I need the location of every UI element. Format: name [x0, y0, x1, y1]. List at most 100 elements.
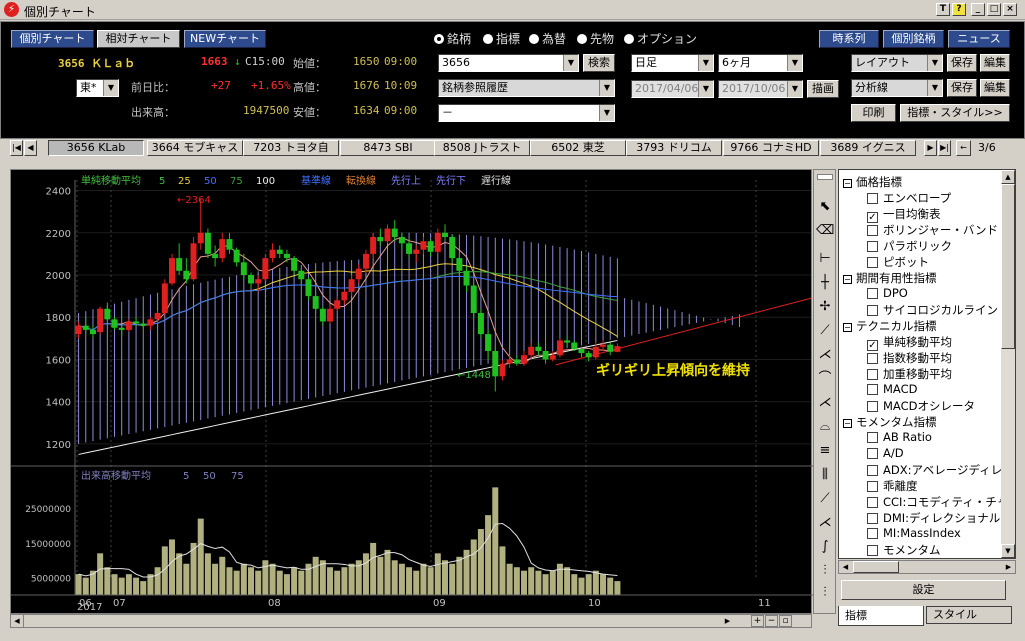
indicator-item[interactable]: エンベロープ [867, 190, 951, 206]
radio-option[interactable]: オプション [624, 30, 697, 47]
indicator-item[interactable]: MACD [867, 382, 917, 396]
checkbox-icon[interactable] [867, 225, 878, 236]
checkbox-icon[interactable] [867, 288, 878, 299]
cursor-icon[interactable]: ⬉ [816, 198, 834, 216]
indicator-item[interactable]: ✓ 単純移動平均 [867, 334, 952, 351]
individual-stock-button[interactable]: 個別銘柄 [883, 30, 944, 48]
radio-futures[interactable]: 先物 [577, 30, 614, 47]
first-tab-icon[interactable]: |◀ [10, 140, 23, 156]
scroll-down-icon[interactable]: ▼ [1001, 544, 1015, 558]
layout-edit-button[interactable]: 編集 [980, 54, 1010, 72]
scroll-right-icon[interactable]: ▶ [1002, 561, 1015, 573]
collapse-icon[interactable]: − [843, 323, 852, 332]
fib-icon[interactable]: ⫶ [816, 562, 834, 580]
speed-line-icon[interactable]: ⋌ [816, 514, 834, 532]
indicator-item[interactable]: 指数移動平均 [867, 350, 952, 366]
print-button[interactable]: 印刷 [851, 104, 896, 122]
zoom-in-icon[interactable]: + [751, 615, 764, 627]
date-to-input[interactable]: 2017/10/06 ▼ [718, 80, 803, 98]
checkbox-icon[interactable] [867, 497, 878, 508]
period-icon[interactable]: ⫶ [816, 584, 834, 602]
scroll-up-icon[interactable]: ▲ [1001, 170, 1015, 184]
curve-icon[interactable]: ∫ [816, 538, 834, 556]
stock-tab[interactable]: 7203 トヨタ自 [243, 140, 339, 156]
layout-select[interactable]: レイアウト ▼ [851, 54, 943, 72]
checkbox-icon[interactable] [867, 257, 878, 268]
checkbox-icon[interactable] [867, 353, 878, 364]
stock-tab[interactable]: 9766 コナミHD [723, 140, 819, 156]
tree-scrollbar[interactable]: ▲ ▼ [1001, 170, 1015, 558]
checkbox-icon[interactable] [867, 528, 878, 539]
trendline-icon[interactable]: ⟋ [816, 322, 834, 340]
indicator-item[interactable]: DMI:ディレクショナル [867, 510, 1000, 526]
date-from-input[interactable]: 2017/04/06 ▼ [631, 80, 714, 98]
minimize-button[interactable]: _ [971, 3, 985, 16]
scroll-left-icon[interactable]: ◀ [839, 561, 852, 573]
indicator-item[interactable]: AB Ratio [867, 430, 932, 444]
indicator-group[interactable]: − テクニカル指標 [843, 318, 937, 334]
radio-stock[interactable]: 銘柄 [434, 30, 471, 47]
stock-tab[interactable]: 3656 KLab [48, 140, 144, 156]
radio-fx[interactable]: 為替 [529, 30, 566, 47]
indicator-style-button[interactable]: 指標・スタイル>> [900, 104, 1010, 122]
indicator-item[interactable]: A/D [867, 446, 904, 460]
chart-hscroll[interactable]: ◀ ▶ + − ▫ [10, 614, 812, 628]
next-tab-icon[interactable]: ▶ [924, 140, 937, 156]
indicator-item[interactable]: ボリンジャー・バンド [867, 222, 998, 238]
price-chart[interactable]: 2400 2200 2000 1800 1600 1400 1200 25000000 1500… [11, 170, 813, 615]
font-button[interactable]: T [936, 3, 950, 16]
eraser-icon[interactable]: ⌫ [816, 222, 834, 240]
third-select[interactable]: － ▼ [438, 104, 615, 122]
checkbox-icon[interactable] [867, 481, 878, 492]
interval-select[interactable]: 日足 ▼ [631, 54, 714, 72]
news-button[interactable]: ニュース [948, 30, 1010, 48]
vline-icon[interactable]: ┼ [816, 274, 834, 292]
indicator-item[interactable]: ピボット [867, 254, 929, 270]
market-select[interactable]: 東* ▼ [76, 79, 119, 97]
history-select[interactable]: 銘柄参照履歴 ▼ [438, 79, 615, 97]
fan-icon[interactable]: ⋌ [816, 346, 834, 364]
checkbox-icon[interactable] [867, 448, 878, 459]
gann-icon[interactable]: ⋌ [816, 394, 834, 412]
stock-tab[interactable]: 8473 SBI [340, 140, 436, 156]
indicator-group[interactable]: − 価格指標 [843, 174, 902, 190]
indicator-item[interactable]: モメンタム [867, 542, 941, 558]
timeseries-button[interactable]: 時系列 [819, 30, 879, 48]
checkbox-icon[interactable] [867, 369, 878, 380]
checkbox-icon[interactable] [867, 545, 878, 556]
hline-icon[interactable]: ⊢ [816, 250, 834, 268]
search-button[interactable]: 検索 [583, 54, 615, 72]
analysis-select[interactable]: 分析線 ▼ [851, 79, 943, 97]
settings-button[interactable]: 設定 [841, 580, 1006, 600]
radio-index[interactable]: 指標 [483, 30, 520, 47]
indicator-item[interactable]: サイコロジカルライン [867, 302, 998, 318]
cross-icon[interactable]: ✢ [816, 298, 834, 316]
stock-tab[interactable]: 3689 イグニス [820, 140, 916, 156]
arc-icon[interactable]: ⌒ [816, 370, 834, 388]
draw-button[interactable]: 描画 [807, 80, 839, 98]
stock-tab[interactable]: 8508 Jトラスト [434, 140, 530, 156]
analysis-save-button[interactable]: 保存 [947, 79, 977, 97]
collapse-icon[interactable]: − [843, 179, 852, 188]
maximize-button[interactable]: □ [987, 3, 1001, 16]
checkbox-icon[interactable] [867, 241, 878, 252]
indicator-group[interactable]: − 期間有用性指標 [843, 270, 937, 286]
retrace-icon[interactable]: ⫼ [816, 466, 834, 484]
indicator-item[interactable]: DPO [867, 286, 908, 300]
checkbox-icon[interactable] [867, 193, 878, 204]
tab-style[interactable]: スタイル [926, 606, 1012, 624]
stock-tab[interactable]: 3664 モブキャス [147, 140, 243, 156]
stock-tab[interactable]: 3793 ドリコム [626, 140, 722, 156]
indicator-item[interactable]: CCI:コモディティ・チャネル [867, 494, 1015, 510]
scroll-thumb[interactable] [1001, 184, 1015, 349]
checkbox-icon[interactable] [867, 432, 878, 443]
stock-tab[interactable]: 6502 東芝 [530, 140, 626, 156]
indicator-item[interactable]: 加重移動平均 [867, 366, 952, 382]
nav-relative-chart[interactable]: 相対チャート [97, 30, 180, 48]
chart-panel[interactable]: 2400 2200 2000 1800 1600 1400 1200 25000000 1500… [10, 169, 813, 615]
analysis-edit-button[interactable]: 編集 [980, 79, 1010, 97]
nav-individual-chart[interactable]: 個別チャート [11, 30, 94, 48]
layout-save-button[interactable]: 保存 [947, 54, 977, 72]
range-select[interactable]: 6ヶ月 ▼ [718, 54, 803, 72]
channel-icon[interactable]: ≡ [816, 442, 834, 460]
